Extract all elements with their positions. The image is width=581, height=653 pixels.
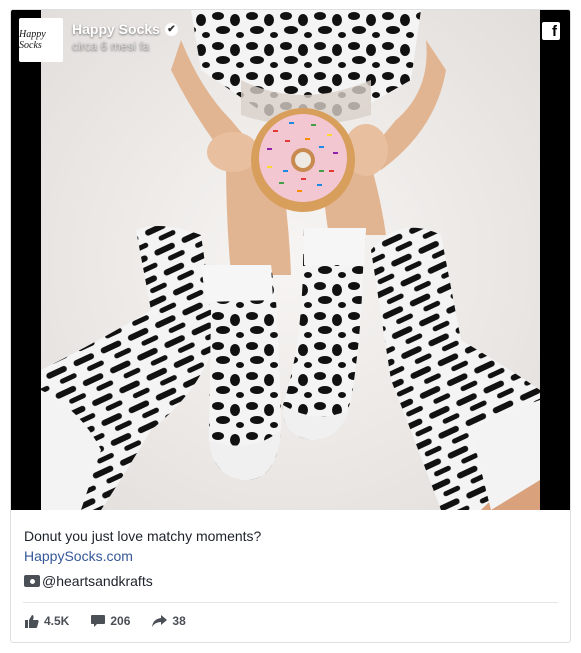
- camera-icon: [24, 575, 40, 587]
- engagement-bar: 4.5K 206 38: [25, 614, 208, 628]
- avatar-logo-text: Happy Socks: [19, 29, 46, 51]
- post-meta: Happy Socks ✔ circa 6 mesi fa: [72, 21, 178, 53]
- page-name-row: Happy Socks ✔: [72, 21, 178, 37]
- post-photo[interactable]: [41, 10, 540, 510]
- facebook-logo-icon[interactable]: f: [542, 22, 560, 40]
- comments-count: 206: [110, 614, 131, 628]
- page-avatar[interactable]: Happy Socks: [19, 18, 63, 62]
- comments-count-button[interactable]: 206: [91, 614, 130, 628]
- page-name[interactable]: Happy Socks: [72, 21, 160, 37]
- credit-handle[interactable]: @heartsandkrafts: [42, 572, 153, 590]
- shares-count: 38: [172, 614, 186, 628]
- post-timestamp[interactable]: circa 6 mesi fa: [72, 39, 178, 53]
- verified-check-icon: ✔: [164, 22, 178, 36]
- photo-credit: @heartsandkrafts: [24, 572, 558, 590]
- social-post-card: Happy Socks Happy Socks ✔ circa 6 mesi f…: [10, 9, 571, 643]
- post-caption: Donut you just love matchy moments?: [24, 528, 262, 544]
- likes-count-button[interactable]: 4.5K: [25, 614, 69, 628]
- post-body: Donut you just love matchy moments? Happ…: [24, 527, 558, 590]
- likes-count: 4.5K: [44, 614, 70, 628]
- comment-bubble-icon: [91, 614, 106, 628]
- post-header: Happy Socks Happy Socks ✔ circa 6 mesi f…: [19, 18, 178, 62]
- post-link[interactable]: HappySocks.com: [24, 547, 558, 565]
- divider: [23, 602, 558, 603]
- shares-count-button[interactable]: 38: [152, 614, 186, 628]
- share-arrow-icon: [152, 615, 168, 627]
- photo-illustration: [41, 10, 540, 510]
- thumbs-up-icon: [25, 614, 39, 628]
- post-media[interactable]: Happy Socks Happy Socks ✔ circa 6 mesi f…: [11, 10, 570, 510]
